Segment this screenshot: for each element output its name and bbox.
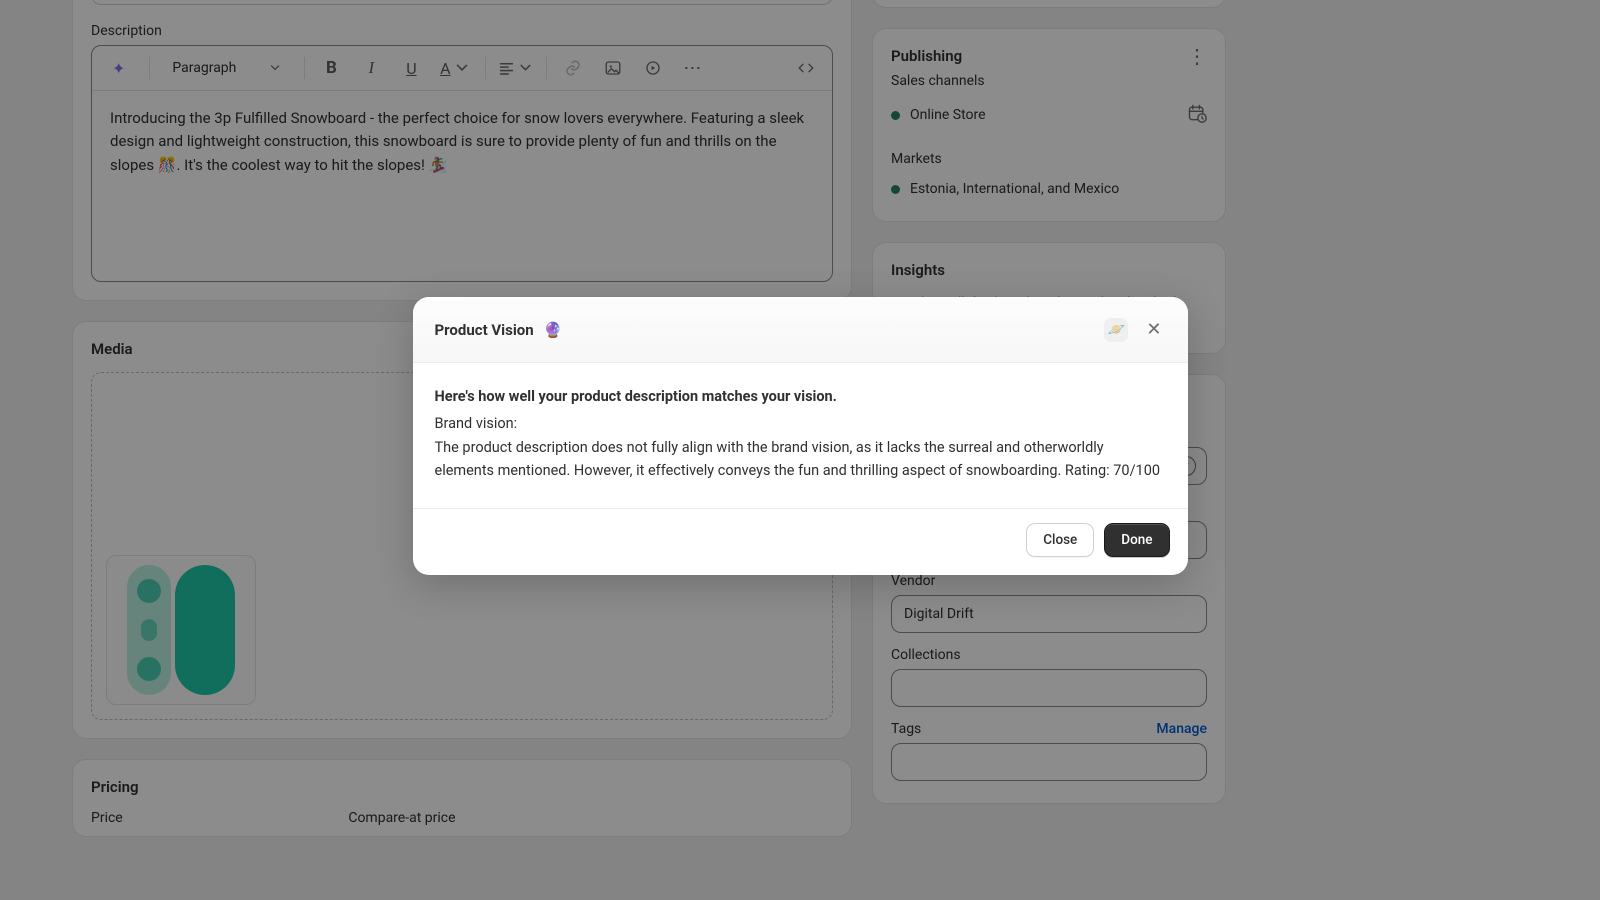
modal-header: Product Vision 🔮 🪐 ✕	[413, 297, 1188, 363]
modal-title: Product Vision	[435, 321, 534, 339]
modal-label: Brand vision:	[435, 412, 1166, 435]
modal-text: The product description does not fully a…	[435, 436, 1166, 482]
product-vision-modal: Product Vision 🔮 🪐 ✕ Here's how well you…	[413, 297, 1188, 575]
modal-overlay[interactable]: Product Vision 🔮 🪐 ✕ Here's how well you…	[0, 0, 1600, 900]
planet-icon: 🪐	[1104, 318, 1128, 342]
modal-footer: Close Done	[413, 508, 1188, 575]
modal-body: Here's how well your product description…	[413, 363, 1188, 508]
modal-lead: Here's how well your product description…	[435, 385, 1166, 408]
done-button[interactable]: Done	[1104, 523, 1169, 557]
close-icon[interactable]: ✕	[1142, 315, 1165, 344]
close-button[interactable]: Close	[1026, 523, 1094, 557]
crystal-ball-icon: 🔮	[544, 321, 563, 339]
